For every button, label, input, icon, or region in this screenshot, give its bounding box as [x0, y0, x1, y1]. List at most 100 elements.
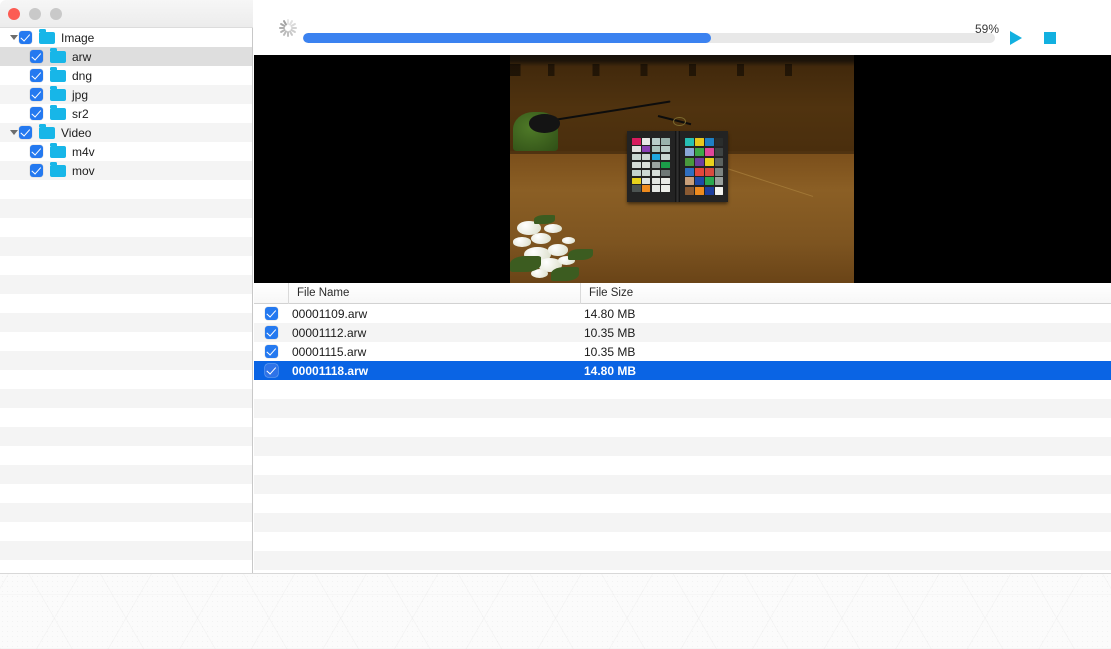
folder-icon: [50, 47, 66, 63]
tree-item-label: Image: [61, 30, 95, 45]
tree-checkbox[interactable]: [30, 69, 43, 82]
row-checkbox[interactable]: [264, 345, 278, 358]
scan-progress-fill: [303, 33, 712, 43]
color-swatch: [704, 167, 714, 176]
table-row[interactable]: 00001118.arw 14.80 MB: [254, 361, 1111, 380]
folder-icon: [39, 28, 55, 44]
color-swatch: [651, 161, 661, 169]
play-icon[interactable]: [1010, 31, 1022, 45]
color-swatch: [651, 185, 661, 192]
tree-item-label: jpg: [72, 87, 89, 102]
tree-item-sr2[interactable]: sr2: [0, 104, 252, 123]
row-checkbox-cell[interactable]: [254, 364, 288, 377]
color-checker-left-panel: [626, 131, 676, 203]
color-swatch: [632, 177, 641, 184]
tree-item-image[interactable]: Image: [0, 28, 252, 47]
color-swatch: [651, 138, 661, 145]
column-header-check[interactable]: [254, 283, 288, 304]
preview-flower: [513, 237, 531, 247]
color-swatch: [661, 154, 671, 161]
color-swatch: [641, 138, 651, 145]
color-swatch: [704, 138, 714, 147]
color-swatch: [714, 148, 724, 157]
table-row[interactable]: 00001112.arw 10.35 MB: [254, 323, 1111, 342]
color-swatch: [704, 157, 714, 166]
color-swatch: [714, 167, 724, 176]
color-swatch: [695, 177, 704, 186]
tree-checkbox[interactable]: [30, 107, 43, 120]
column-header-file-size[interactable]: File Size: [580, 283, 1111, 304]
color-swatch: [651, 146, 661, 153]
row-checkbox-cell[interactable]: [254, 345, 288, 358]
cell-file-name: 00001109.arw: [292, 306, 368, 321]
folder-icon: [50, 66, 66, 82]
preview-flower: [544, 223, 562, 233]
color-swatch: [714, 186, 724, 195]
tree-checkbox[interactable]: [30, 145, 43, 158]
tree-item-m4v[interactable]: m4v: [0, 142, 252, 161]
tree-item-mov[interactable]: mov: [0, 161, 252, 180]
sidebar-stripe: [0, 503, 252, 522]
stop-icon[interactable]: [1044, 32, 1056, 44]
preview-flower: [547, 244, 569, 256]
maximize-window-button[interactable]: [50, 8, 62, 20]
color-swatch: [651, 177, 661, 184]
tree-checkbox[interactable]: [30, 88, 43, 101]
close-window-button[interactable]: [8, 8, 20, 20]
app-window: Image arw dng jpg sr2 Video m4v mov 59%: [0, 0, 1111, 649]
preview-frame: [510, 55, 854, 283]
folder-tree-sidebar[interactable]: Image arw dng jpg sr2 Video m4v mov: [0, 28, 253, 573]
file-list-table[interactable]: File Name File Size 00001109.arw 14.80 MB…: [254, 283, 1111, 573]
tree-checkbox[interactable]: [30, 164, 43, 177]
sidebar-stripe: [0, 351, 252, 370]
color-swatch: [695, 148, 704, 157]
sidebar-stripe: [0, 427, 252, 446]
minimize-window-button[interactable]: [29, 8, 41, 20]
color-checker-right-panel: [680, 131, 729, 203]
preview-mic-head: [528, 114, 560, 133]
row-checkbox-cell[interactable]: [254, 326, 288, 339]
folder-icon: [50, 104, 66, 120]
preview-color-checker: [626, 131, 729, 203]
tree-item-arw[interactable]: arw: [0, 47, 252, 66]
row-checkbox-cell[interactable]: [254, 307, 288, 320]
row-checkbox[interactable]: [264, 326, 278, 339]
color-swatch: [661, 169, 671, 176]
tree-item-dng[interactable]: dng: [0, 66, 252, 85]
color-swatch: [641, 177, 651, 184]
empty-row: [254, 437, 1111, 456]
column-header-file-name[interactable]: File Name: [288, 283, 580, 304]
row-checkbox[interactable]: [264, 364, 278, 377]
color-swatch: [695, 167, 704, 176]
tree-item-video[interactable]: Video: [0, 123, 252, 142]
tree-checkbox[interactable]: [19, 31, 32, 44]
color-swatch: [661, 161, 671, 169]
table-row[interactable]: 00001115.arw 10.35 MB: [254, 342, 1111, 361]
row-checkbox[interactable]: [264, 307, 278, 320]
color-swatch: [685, 167, 694, 176]
color-swatch: [704, 148, 714, 157]
resize-grip[interactable]: [1099, 637, 1109, 647]
color-swatch: [632, 161, 641, 169]
video-preview[interactable]: [254, 55, 1111, 283]
empty-row: [254, 399, 1111, 418]
color-swatch: [695, 186, 704, 195]
tree-item-label: mov: [72, 163, 95, 178]
color-swatch: [704, 177, 714, 186]
tree-item-jpg[interactable]: jpg: [0, 85, 252, 104]
folder-icon: [39, 123, 55, 139]
chevron-down-icon[interactable]: [8, 123, 19, 142]
color-swatch: [641, 185, 651, 192]
color-swatch: [632, 185, 641, 192]
preview-wall-slats: [510, 64, 854, 76]
tree-checkbox[interactable]: [19, 126, 32, 139]
tree-checkbox[interactable]: [30, 50, 43, 63]
color-swatch: [685, 157, 694, 166]
color-swatch: [685, 138, 694, 147]
title-bar: [0, 0, 253, 28]
table-row[interactable]: 00001109.arw 14.80 MB: [254, 304, 1111, 323]
cell-file-name: 00001115.arw: [292, 344, 367, 359]
color-swatch: [651, 154, 661, 161]
folder-icon: [50, 161, 66, 177]
chevron-down-icon[interactable]: [8, 28, 19, 47]
